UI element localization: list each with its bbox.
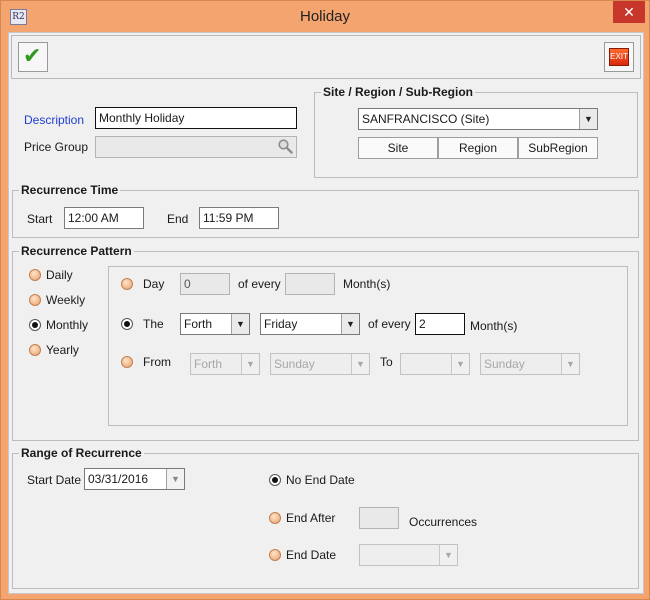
recurrence-time-title: Recurrence Time bbox=[19, 183, 121, 197]
exit-icon: EXIT bbox=[609, 48, 629, 66]
holiday-window: R2 Holiday ✕ ✔ EXIT Description Monthly … bbox=[0, 0, 650, 600]
end-time-label: End bbox=[167, 212, 189, 226]
end-after-input[interactable] bbox=[359, 507, 399, 529]
day-of-every-label: of every bbox=[238, 277, 281, 291]
site-region-selected-value: SANFRANCISCO (Site) bbox=[362, 112, 490, 126]
weekday-dropdown[interactable]: Friday ▼ bbox=[260, 313, 360, 335]
the-option-label: The bbox=[143, 317, 164, 331]
toolbar: ✔ EXIT bbox=[11, 35, 641, 79]
to-weekday-value: Sunday bbox=[484, 357, 525, 371]
close-button[interactable]: ✕ bbox=[613, 1, 645, 23]
site-button[interactable]: Site bbox=[358, 137, 438, 159]
weekly-radio[interactable] bbox=[29, 294, 41, 306]
chevron-down-icon[interactable]: ▼ bbox=[561, 354, 579, 374]
ordinal-dropdown[interactable]: Forth ▼ bbox=[180, 313, 250, 335]
to-label: To bbox=[380, 355, 393, 369]
price-group-label: Price Group bbox=[24, 140, 89, 154]
site-region-dropdown[interactable]: SANFRANCISCO (Site) ▼ bbox=[358, 108, 598, 130]
day-option-radio[interactable] bbox=[121, 278, 133, 290]
chevron-down-icon[interactable]: ▼ bbox=[451, 354, 469, 374]
to-ordinal-dropdown[interactable]: ▼ bbox=[400, 353, 470, 375]
weekly-label: Weekly bbox=[46, 293, 86, 307]
search-icon[interactable] bbox=[277, 138, 293, 154]
the-months-input[interactable]: 2 bbox=[415, 313, 465, 335]
monthly-radio[interactable] bbox=[29, 319, 41, 331]
chevron-down-icon[interactable]: ▼ bbox=[341, 314, 359, 334]
end-date-picker[interactable]: ▼ bbox=[359, 544, 458, 566]
from-option-radio[interactable] bbox=[121, 356, 133, 368]
end-date-radio[interactable] bbox=[269, 549, 281, 561]
occurrences-label: Occurrences bbox=[409, 515, 478, 529]
chevron-down-icon[interactable]: ▼ bbox=[439, 545, 457, 565]
the-option-radio[interactable] bbox=[121, 318, 133, 330]
exit-button[interactable]: EXIT bbox=[604, 42, 634, 72]
start-date-value: 03/31/2016 bbox=[88, 472, 149, 486]
range-of-recurrence-title: Range of Recurrence bbox=[19, 446, 144, 460]
weekday-value: Friday bbox=[264, 317, 298, 331]
from-weekday-dropdown[interactable]: Sunday ▼ bbox=[270, 353, 370, 375]
range-of-recurrence-group: Range of Recurrence Start Date 03/31/201… bbox=[12, 446, 639, 589]
end-time-input[interactable]: 11:59 PM bbox=[199, 207, 279, 229]
from-weekday-value: Sunday bbox=[274, 357, 315, 371]
monthly-label: Monthly bbox=[46, 318, 89, 332]
description-label: Description bbox=[24, 113, 85, 127]
region-button[interactable]: Region bbox=[438, 137, 518, 159]
from-ordinal-dropdown[interactable]: Forth ▼ bbox=[190, 353, 260, 375]
daily-radio[interactable] bbox=[29, 269, 41, 281]
yearly-label: Yearly bbox=[46, 343, 79, 357]
from-ordinal-value: Forth bbox=[194, 357, 223, 371]
window-client-area: ✔ EXIT Description Monthly Holiday Price… bbox=[8, 32, 644, 594]
chevron-down-icon[interactable]: ▼ bbox=[351, 354, 369, 374]
no-end-date-label: No End Date bbox=[286, 473, 355, 487]
from-option-label: From bbox=[143, 355, 171, 369]
yearly-radio[interactable] bbox=[29, 344, 41, 356]
day-months-label: Month(s) bbox=[343, 277, 391, 291]
no-end-date-radio[interactable] bbox=[269, 474, 281, 486]
save-button[interactable]: ✔ bbox=[18, 42, 48, 72]
start-date-picker[interactable]: 03/31/2016 ▼ bbox=[84, 468, 185, 490]
recurrence-pattern-title: Recurrence Pattern bbox=[19, 244, 134, 258]
start-time-label: Start bbox=[27, 212, 53, 226]
the-of-every-label: of every bbox=[368, 317, 411, 331]
subregion-button[interactable]: SubRegion bbox=[518, 137, 598, 159]
pattern-detail-panel: Day 0 of every Month(s) The Forth ▼ Frid… bbox=[108, 266, 628, 426]
chevron-down-icon[interactable]: ▼ bbox=[231, 314, 249, 334]
chevron-down-icon[interactable]: ▼ bbox=[166, 469, 184, 489]
the-months-label: Month(s) bbox=[470, 319, 518, 333]
day-number-input[interactable]: 0 bbox=[180, 273, 230, 295]
chevron-down-icon[interactable]: ▼ bbox=[579, 109, 597, 129]
title-bar[interactable]: R2 Holiday ✕ bbox=[1, 1, 649, 33]
ordinal-value: Forth bbox=[184, 317, 213, 331]
day-option-label: Day bbox=[143, 277, 165, 291]
recurrence-time-group: Recurrence Time Start 12:00 AM End 11:59… bbox=[12, 183, 639, 238]
description-input[interactable]: Monthly Holiday bbox=[95, 107, 297, 129]
site-region-group: Site / Region / Sub-Region SANFRANCISCO … bbox=[314, 85, 638, 178]
start-date-label: Start Date bbox=[27, 473, 82, 487]
to-weekday-dropdown[interactable]: Sunday ▼ bbox=[480, 353, 580, 375]
chevron-down-icon[interactable]: ▼ bbox=[241, 354, 259, 374]
window-title: Holiday bbox=[299, 8, 351, 25]
site-region-title: Site / Region / Sub-Region bbox=[321, 85, 475, 99]
daily-label: Daily bbox=[46, 268, 73, 282]
end-date-label: End Date bbox=[286, 548, 337, 562]
price-group-input[interactable] bbox=[95, 136, 297, 158]
start-time-input[interactable]: 12:00 AM bbox=[64, 207, 144, 229]
end-after-radio[interactable] bbox=[269, 512, 281, 524]
checkmark-icon: ✔ bbox=[23, 43, 42, 68]
recurrence-pattern-group: Recurrence Pattern Daily Weekly Monthly … bbox=[12, 244, 639, 441]
day-months-input[interactable] bbox=[285, 273, 335, 295]
end-after-label: End After bbox=[286, 511, 336, 525]
